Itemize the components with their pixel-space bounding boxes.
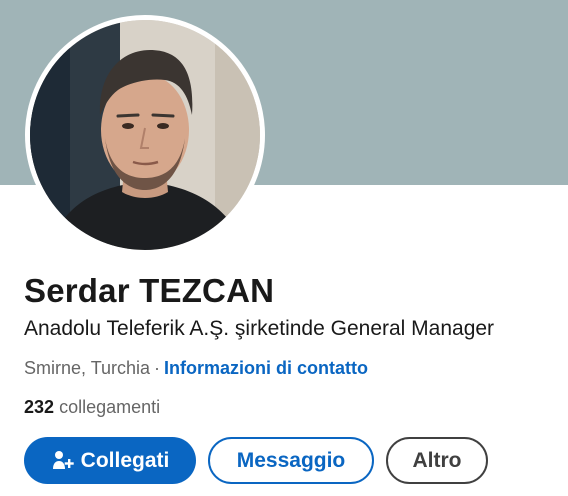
contact-info-link[interactable]: Informazioni di contatto <box>164 358 368 378</box>
connect-button[interactable]: Collegati <box>24 437 196 484</box>
message-button-label: Messaggio <box>236 448 346 472</box>
connect-button-label: Collegati <box>80 448 170 472</box>
profile-photo[interactable] <box>30 20 260 250</box>
add-person-icon <box>51 449 75 473</box>
connections-info[interactable]: 232 collegamenti <box>24 397 160 418</box>
more-button[interactable]: Altro <box>386 437 488 484</box>
message-button[interactable]: Messaggio <box>208 437 374 484</box>
profile-location: Smirne, Turchia <box>24 358 151 378</box>
profile-name: Serdar TEZCAN <box>24 272 275 309</box>
profile-headline: Anadolu Teleferik A.Ş. şirketinde Genera… <box>24 317 495 340</box>
connections-count: 232 <box>24 397 55 417</box>
connections-label: collegamenti <box>59 397 161 417</box>
separator-dot: · <box>154 358 161 378</box>
more-button-label: Altro <box>412 448 462 472</box>
location-row: Smirne, Turchia · Informazioni di contatto <box>24 358 368 379</box>
